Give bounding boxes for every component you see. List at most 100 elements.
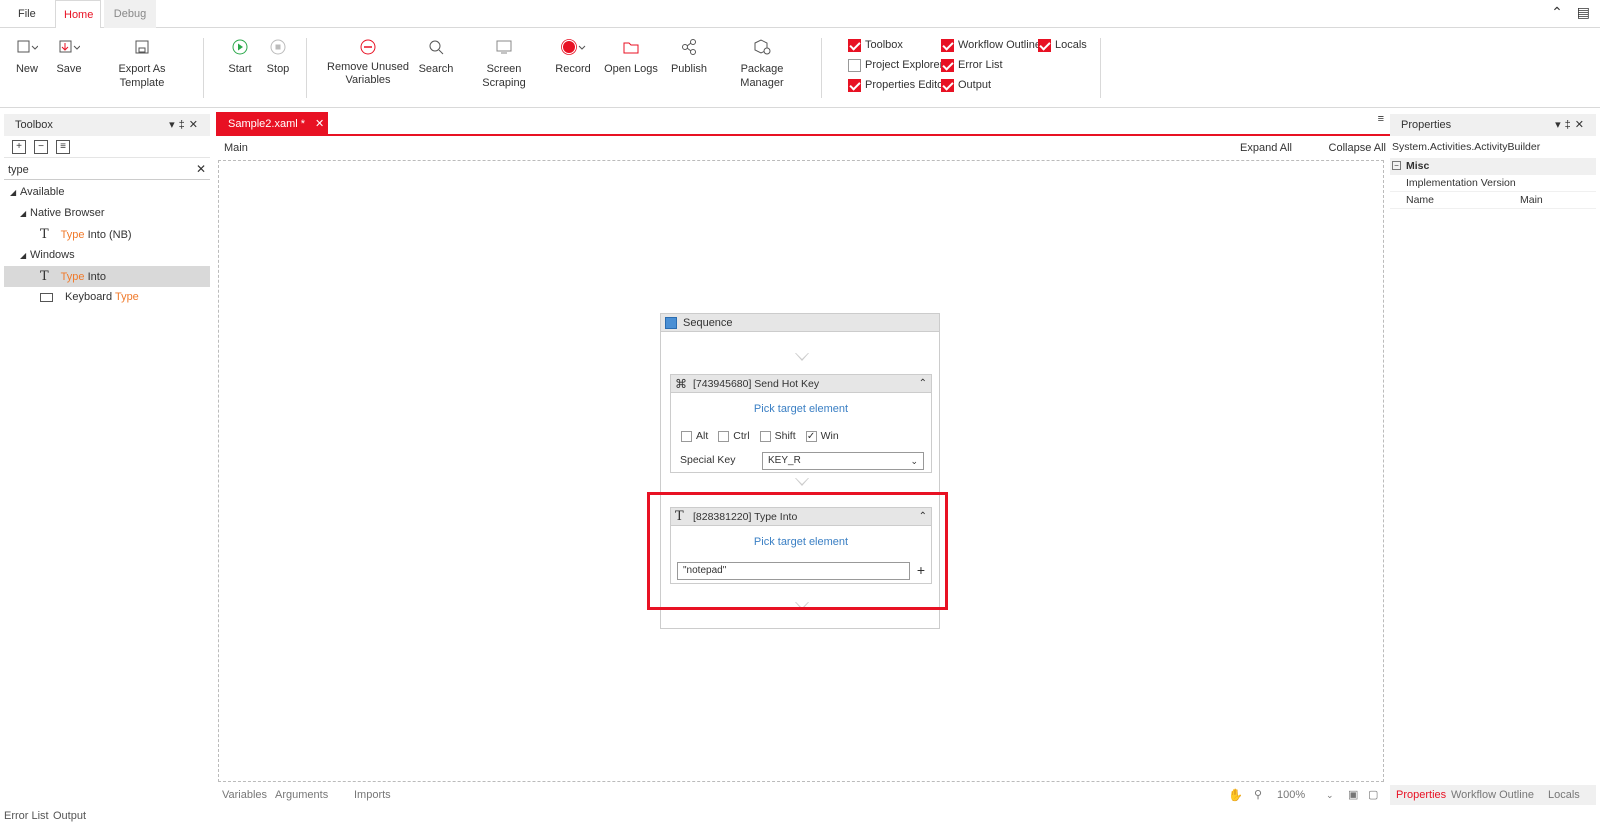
screen-scraping-button[interactable]: Screen Scraping: [464, 34, 544, 90]
save-button[interactable]: Save: [54, 34, 84, 76]
tab-properties[interactable]: Properties: [1396, 785, 1446, 805]
tree-node-windows[interactable]: ◢ Windows: [4, 245, 210, 266]
shift-checkbox[interactable]: Shift: [759, 430, 796, 442]
alt-checkbox[interactable]: Alt: [681, 430, 708, 442]
sequence-icon: [665, 317, 677, 329]
pin-icon[interactable]: ‡: [1565, 119, 1575, 131]
send-hotkey-activity[interactable]: ⌘ [743945680] Send Hot Key ⌃ Pick target…: [670, 374, 932, 473]
project-explorer-toggle[interactable]: Project Explorer: [848, 57, 943, 73]
collapse-ribbon-icon[interactable]: ⌃: [1551, 4, 1563, 20]
clear-search-icon[interactable]: ✕: [196, 162, 206, 176]
start-button[interactable]: Start: [225, 34, 255, 76]
document-tabs: Sample2.xaml * ✕ ≡: [216, 110, 1390, 136]
close-icon[interactable]: ✕: [189, 119, 202, 131]
expand-all-button[interactable]: Expand All: [1240, 138, 1292, 158]
tab-home[interactable]: Home: [55, 0, 101, 29]
misc-category[interactable]: − Misc: [1390, 158, 1596, 175]
properties-editor-toggle[interactable]: Properties Editor: [848, 77, 947, 93]
tree-item-type-into[interactable]: T Type Into: [4, 266, 210, 287]
checkbox-unchecked-icon: [759, 430, 771, 442]
zoom-dropdown-icon[interactable]: ⌄: [1326, 785, 1334, 805]
search-icon: [418, 34, 454, 60]
list-view-icon[interactable]: ≡: [56, 140, 70, 154]
notifications-icon[interactable]: ▤: [1577, 4, 1590, 20]
breadcrumb[interactable]: Main: [224, 138, 248, 158]
property-implementation-version[interactable]: Implementation Version: [1390, 175, 1596, 192]
open-logs-button[interactable]: Open Logs: [604, 34, 658, 76]
output-tab[interactable]: Output: [53, 805, 86, 827]
publish-button[interactable]: Publish: [666, 34, 712, 76]
panel-controls: ▾‡✕: [169, 114, 202, 136]
toolbox-title: Toolbox: [15, 119, 53, 131]
export-template-button[interactable]: Export As Template: [96, 34, 188, 90]
item-label-highlight: Type: [60, 271, 85, 283]
pin-icon[interactable]: ‡: [179, 119, 189, 131]
new-button[interactable]: New: [12, 34, 42, 76]
zoom-icon[interactable]: ⚲: [1254, 785, 1262, 805]
tree-node-available[interactable]: ◢ Available: [4, 182, 210, 203]
ctrl-checkbox[interactable]: Ctrl: [718, 430, 750, 442]
tab-locals[interactable]: Locals: [1548, 785, 1580, 805]
tree-node-native-browser[interactable]: ◢ Native Browser: [4, 203, 210, 224]
collapse-all-icon[interactable]: −: [34, 140, 48, 154]
output-toggle[interactable]: Output: [941, 77, 991, 93]
tab-sample2-xaml[interactable]: Sample2.xaml * ✕: [216, 112, 328, 136]
package-manager-button[interactable]: Package Manager: [720, 34, 804, 90]
stop-icon: [263, 34, 293, 60]
start-label: Start: [228, 63, 252, 75]
toolbox-header: Toolbox ▾‡✕: [4, 114, 210, 136]
imports-tab[interactable]: Imports: [354, 785, 391, 805]
remove-unused-label-2: Variables: [345, 74, 391, 86]
properties-title: Properties: [1401, 119, 1452, 131]
tree-item-keyboard-type[interactable]: Keyboard Type: [4, 287, 210, 308]
new-icon: [12, 34, 42, 60]
overview-icon[interactable]: ▢: [1368, 785, 1378, 805]
pick-target-link[interactable]: Pick target element: [671, 403, 931, 415]
close-icon[interactable]: ✕: [1575, 119, 1588, 131]
tab-workflow-outline[interactable]: Workflow Outline: [1451, 785, 1534, 805]
expanded-triangle-icon: ◢: [10, 188, 17, 197]
arguments-tab[interactable]: Arguments: [275, 785, 328, 805]
record-label: Record: [555, 63, 591, 75]
zoom-level[interactable]: 100%: [1277, 785, 1305, 805]
ribbon-separator: [203, 38, 204, 98]
special-key-label: Special Key: [680, 454, 736, 466]
tab-list-icon[interactable]: ≡: [1378, 113, 1384, 125]
ctrl-label: Ctrl: [733, 430, 750, 442]
search-button[interactable]: Search: [418, 34, 454, 76]
stop-button[interactable]: Stop: [263, 34, 293, 76]
expanded-triangle-icon: ◢: [20, 251, 27, 260]
variables-tab[interactable]: Variables: [222, 785, 267, 805]
error-list-tab[interactable]: Error List: [4, 805, 49, 827]
error-list-toggle[interactable]: Error List: [941, 57, 1003, 73]
dropdown-icon[interactable]: ▾: [1555, 119, 1565, 131]
property-value[interactable]: Main: [1520, 192, 1543, 209]
file-menu[interactable]: File: [10, 0, 44, 28]
modifier-keys: Alt Ctrl Shift ✓ Win: [681, 430, 839, 442]
collapse-all-button[interactable]: Collapse All: [1329, 138, 1386, 158]
collapse-category-icon[interactable]: −: [1392, 161, 1401, 170]
record-button[interactable]: Record: [553, 34, 593, 76]
remove-unused-variables-button[interactable]: Remove Unused Variables: [326, 34, 410, 87]
misc-label: Misc: [1406, 160, 1430, 172]
hand-pan-icon[interactable]: ✋: [1228, 785, 1243, 805]
collapse-activity-icon[interactable]: ⌃: [919, 375, 927, 393]
win-checkbox[interactable]: ✓ Win: [805, 430, 839, 442]
toolbox-search-input[interactable]: [4, 160, 210, 180]
locals-toggle[interactable]: Locals: [1038, 37, 1087, 53]
property-name[interactable]: Name Main: [1390, 192, 1596, 209]
workflow-outline-toggle[interactable]: Workflow Outline: [941, 37, 1041, 53]
close-tab-icon[interactable]: ✕: [315, 118, 324, 130]
tree-item-type-into-nb[interactable]: T Type Into (NB): [4, 224, 210, 245]
alt-label: Alt: [696, 430, 709, 442]
item-label: Keyboard: [65, 291, 115, 303]
expand-all-icon[interactable]: +: [12, 140, 26, 154]
toolbox-toggle[interactable]: Toolbox: [848, 37, 903, 53]
fit-to-screen-icon[interactable]: ▣: [1348, 785, 1358, 805]
highlight-box: [647, 492, 948, 610]
save-icon: [54, 34, 84, 60]
dropdown-icon[interactable]: ▾: [169, 119, 179, 131]
tab-debug[interactable]: Debug: [104, 0, 156, 28]
locals-toggle-label: Locals: [1055, 39, 1087, 51]
special-key-dropdown[interactable]: KEY_R ⌄: [762, 452, 924, 470]
